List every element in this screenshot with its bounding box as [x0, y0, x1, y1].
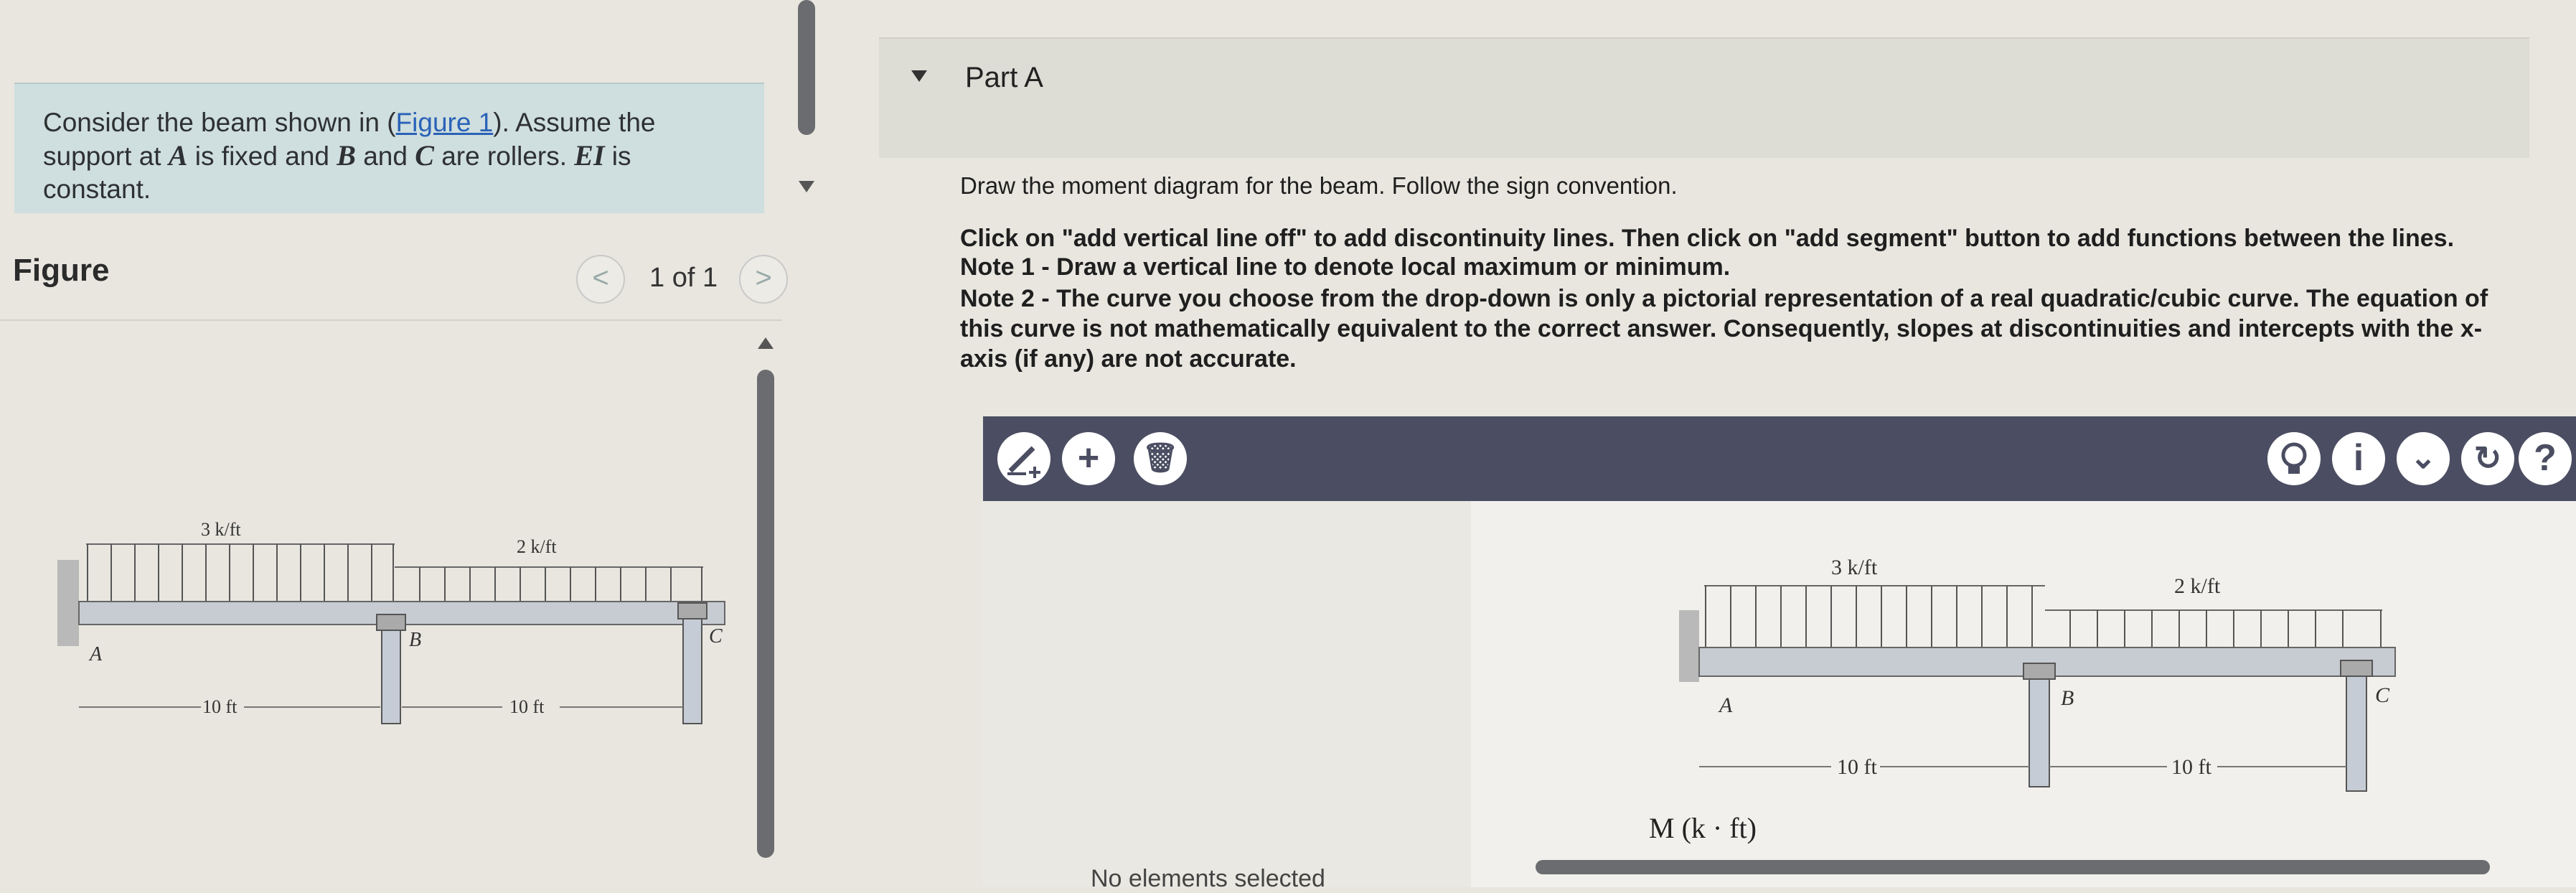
canvas-load-right: [2069, 610, 2382, 647]
note-add-line: Click on "add vertical line off" to add …: [960, 225, 2455, 252]
var-ei: EI: [574, 139, 605, 172]
note-2c: axis (if any) are not accurate.: [960, 345, 1297, 373]
scroll-up-arrow-icon[interactable]: [758, 337, 774, 349]
pencil-line-icon: [1007, 446, 1040, 478]
canvas-load-left: [1705, 586, 2033, 647]
properties-panel: [983, 501, 1471, 887]
selection-status: No elements selected: [1091, 865, 1325, 892]
span-label-left: 10 ft: [202, 696, 238, 717]
canvas-load-label-left: 3 k/ft: [1831, 556, 1878, 579]
beam-figure: 3 k/ft 2 k/ft A B C 10 ft 10 ft: [57, 519, 725, 724]
next-figure-button[interactable]: >: [739, 255, 788, 304]
fixed-wall: [57, 560, 79, 646]
part-title: Part A: [965, 62, 1043, 93]
prev-figure-button[interactable]: <: [576, 255, 625, 304]
lightbulb-icon: [2281, 442, 2307, 474]
canvas-span-label-left: 10 ft: [1837, 755, 1877, 779]
moment-axis-label: M (k · ft): [1649, 812, 1757, 844]
canvas-support-b: [2029, 678, 2050, 787]
var-a: A: [168, 139, 188, 172]
canvas-load-label-right: 2 k/ft: [2174, 574, 2221, 598]
info-icon: i: [2353, 437, 2364, 479]
load-label-right: 2 k/ft: [517, 536, 557, 557]
problem-text-line2a: support at: [43, 141, 169, 171]
dropdown-button[interactable]: ⌄: [2397, 432, 2450, 485]
note-2b: this curve is not mathematically equival…: [960, 315, 2483, 342]
problem-statement: Consider the beam shown in (Figure 1). A…: [43, 106, 732, 206]
canvas-span-label-right: 10 ft: [2171, 755, 2211, 779]
support-b: [381, 630, 401, 724]
figure-pager: 1 of 1: [649, 263, 718, 293]
hint-button[interactable]: [2267, 432, 2321, 485]
figure-scrollbar[interactable]: [757, 370, 774, 858]
reset-icon: ↻: [2473, 439, 2502, 477]
figure-link[interactable]: Figure 1: [396, 108, 494, 137]
canvas-label-c: C: [2375, 683, 2390, 707]
distributed-load-right: [419, 567, 702, 602]
note-1: Note 1 - Draw a vertical line to denote …: [960, 253, 1731, 281]
horizontal-scrollbar[interactable]: [1536, 860, 2490, 874]
problem-text-line2d: are rollers.: [433, 141, 575, 171]
label-c: C: [709, 625, 723, 647]
problem-text-intro: Consider the beam shown in (: [43, 108, 396, 137]
span-label-right: 10 ft: [509, 696, 545, 717]
plus-icon: +: [1077, 437, 1100, 479]
load-label-left: 3 k/ft: [201, 519, 241, 540]
figure-title: Figure: [13, 253, 110, 288]
chevron-down-icon: ⌄: [2410, 440, 2437, 475]
canvas-fixed-wall: [1679, 610, 1699, 682]
label-b: B: [409, 629, 421, 651]
var-b: B: [337, 139, 356, 172]
add-vertical-line-button[interactable]: [997, 432, 1050, 485]
help-icon: ?: [2534, 437, 2557, 479]
info-button[interactable]: i: [2332, 432, 2385, 485]
reset-button[interactable]: ↻: [2461, 432, 2514, 485]
canvas-beam-figure: 3 k/ft 2 k/ft A B C 10 ft 10 ft: [1679, 556, 2396, 792]
canvas-label-a: A: [1718, 693, 1733, 717]
canvas-label-b: B: [2061, 686, 2074, 710]
distributed-load-left: [87, 544, 394, 602]
part-header[interactable]: [879, 37, 2529, 158]
problem-text-line2b: is fixed and: [187, 141, 337, 171]
add-segment-button[interactable]: +: [1062, 432, 1115, 485]
note-2a: Note 2 - The curve you choose from the d…: [960, 285, 2488, 312]
problem-text-line3: constant.: [43, 174, 151, 204]
trash-icon: 🗑: [1142, 442, 1179, 474]
help-button[interactable]: ?: [2519, 432, 2572, 485]
chevron-right-icon: >: [755, 262, 772, 294]
support-c: [682, 618, 702, 724]
problem-text-line2e: is: [604, 141, 631, 171]
scrollbar-top[interactable]: [798, 0, 815, 135]
canvas-support-c: [2346, 675, 2367, 792]
scroll-down-arrow-icon[interactable]: [799, 181, 814, 192]
delete-button[interactable]: 🗑: [1134, 432, 1187, 485]
problem-text-line2c: and: [355, 141, 415, 171]
divider: [0, 319, 782, 321]
problem-text-after-link: ). Assume the: [493, 108, 656, 137]
var-c: C: [415, 139, 434, 172]
collapse-caret-icon[interactable]: [911, 70, 927, 82]
label-a: A: [88, 643, 103, 665]
instruction: Draw the moment diagram for the beam. Fo…: [960, 172, 1678, 199]
chevron-left-icon: <: [592, 262, 609, 294]
